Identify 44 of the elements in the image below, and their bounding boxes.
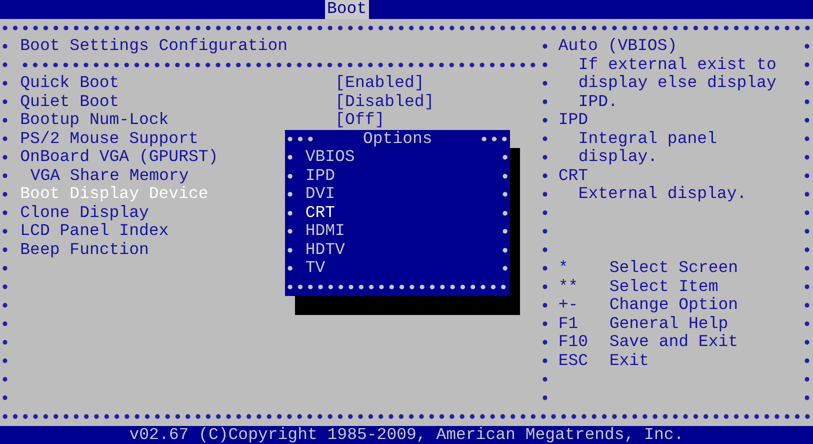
key-name: F10 bbox=[558, 333, 590, 352]
setting-label[interactable]: Quiet Boot bbox=[20, 92, 120, 111]
help-text: If external exist to bbox=[577, 56, 778, 74]
setting-label[interactable]: Beep Function bbox=[20, 240, 149, 259]
setting-value: [Enabled] bbox=[335, 74, 426, 92]
setting-label[interactable]: Bootup Num-Lock bbox=[20, 111, 169, 130]
setting-label[interactable]: OnBoard VGA (GPURST) bbox=[20, 148, 218, 166]
key-action: Save and Exit bbox=[609, 333, 738, 352]
setting-value: [Disabled] bbox=[335, 92, 436, 111]
option-item[interactable]: CRT bbox=[295, 204, 500, 222]
key-action: Select Item bbox=[609, 278, 718, 296]
key-name: ESC bbox=[558, 352, 590, 370]
help-text: IPD. bbox=[577, 92, 619, 111]
help-text: display else display bbox=[577, 74, 778, 92]
setting-value: [Off] bbox=[335, 111, 386, 130]
popup-title: Options bbox=[362, 130, 434, 148]
key-name: * bbox=[558, 259, 570, 278]
option-item[interactable]: HDMI bbox=[295, 222, 500, 240]
key-action: Exit bbox=[609, 352, 649, 370]
option-item[interactable]: DVI bbox=[295, 185, 500, 204]
menu-tab[interactable]: Boot bbox=[325, 0, 369, 18]
option-item[interactable]: HDTV bbox=[295, 240, 500, 259]
key-name: +- bbox=[558, 296, 580, 314]
setting-label[interactable]: Clone Display bbox=[20, 204, 149, 222]
option-item[interactable]: VBIOS bbox=[295, 148, 500, 166]
help-heading: CRT bbox=[558, 166, 590, 185]
setting-label[interactable]: Quick Boot bbox=[20, 74, 120, 92]
help-heading: Auto (VBIOS) bbox=[558, 37, 678, 56]
setting-label[interactable]: PS/2 Mouse Support bbox=[20, 130, 198, 148]
key-name: ** bbox=[558, 278, 580, 296]
help-text: External display. bbox=[577, 185, 748, 204]
key-name: F1 bbox=[558, 314, 580, 333]
help-heading: IPD bbox=[558, 111, 590, 130]
key-action: General Help bbox=[609, 314, 728, 333]
setting-label[interactable]: VGA Share Memory bbox=[30, 166, 189, 185]
section-title: Boot Settings Configuration bbox=[20, 37, 288, 56]
setting-label[interactable]: LCD Panel Index bbox=[20, 222, 169, 240]
key-action: Select Screen bbox=[609, 259, 738, 278]
help-text: Integral panel bbox=[577, 130, 718, 148]
key-action: Change Option bbox=[609, 296, 738, 314]
option-item[interactable]: IPD bbox=[295, 166, 500, 185]
help-text: display. bbox=[577, 148, 659, 166]
option-item[interactable]: TV bbox=[295, 259, 500, 278]
copyright-footer: v02.67 (C)Copyright 1985-2009, American Megatrends, Inc. bbox=[0, 426, 813, 444]
